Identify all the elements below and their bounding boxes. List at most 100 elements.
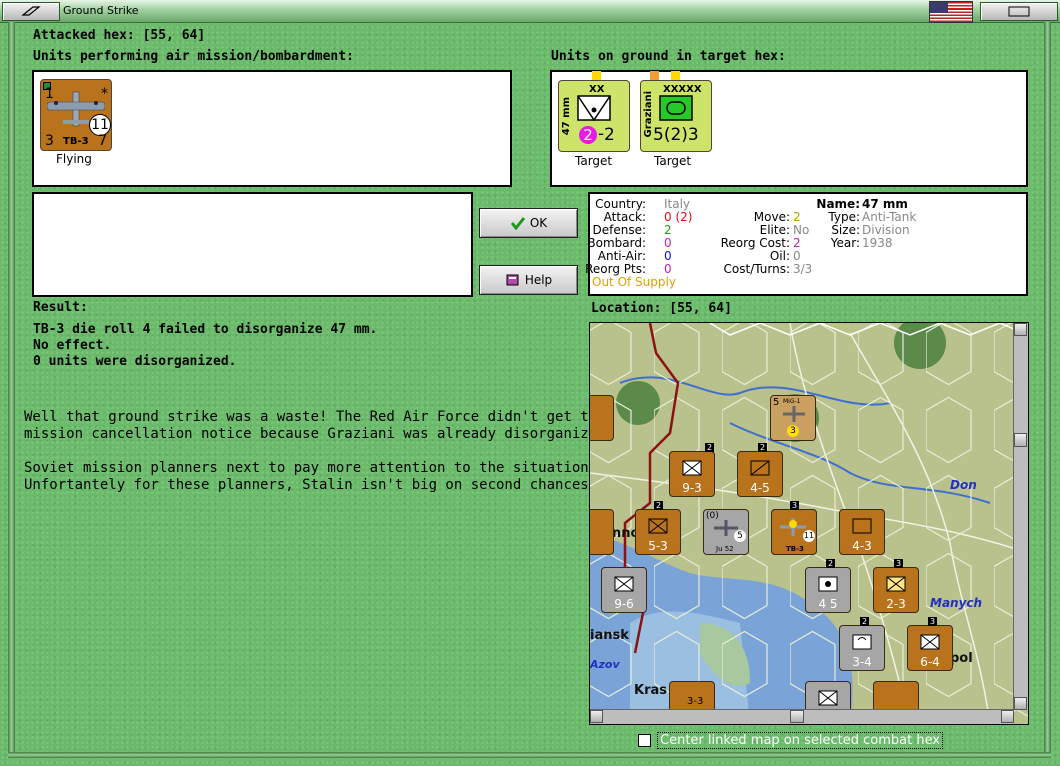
window-title: Ground Strike	[63, 4, 139, 17]
supply-status: Out Of Supply	[592, 275, 676, 289]
marker-left-icon	[650, 71, 659, 80]
result-line: TB-3 die roll 4 failed to disorganize 47…	[33, 322, 378, 337]
unit-name: TB-3	[63, 136, 89, 147]
title-bar[interactable]: Ground Strike	[0, 0, 1060, 23]
ground-units-list[interactable]: 47 mm XX 2 - 2 Target Graziani XXXXX 5(2…	[550, 70, 1028, 187]
map-counter-h[interactable]: 2 3-4	[839, 617, 885, 671]
result-line: 0 units were disorganized.	[33, 354, 237, 369]
narrative-line: mission cancellation notice because Graz…	[24, 426, 615, 442]
message-text-box[interactable]	[32, 192, 473, 297]
infantry-icon	[750, 460, 770, 476]
air-units-heading: Units performing air mission/bombardment…	[33, 49, 354, 64]
supply-marker-icon	[592, 71, 601, 80]
map-counter-c[interactable]: 2 5-3	[635, 501, 681, 555]
narrative-line: Unfortantely for these planners, Stalin …	[24, 477, 598, 493]
map-counter-e[interactable]: 9-6	[601, 567, 647, 613]
map-label-pol: pol	[950, 651, 973, 666]
unit-info-panel: Country: Attack: Defense: Bombard: Anti-Air…	[585, 192, 1028, 296]
map-horizontal-scrollbar[interactable]	[590, 709, 1014, 724]
unit-size: XXXXX	[663, 84, 702, 95]
center-linked-map-option[interactable]: Center linked map on selected combat hex	[638, 732, 944, 749]
unit-bottom-right-value: 7	[98, 133, 107, 149]
map-counter-left-top[interactable]	[590, 395, 614, 441]
ground-unit-status-2: Target	[654, 154, 692, 168]
target-unit-47mm[interactable]: 47 mm XX 2 - 2	[558, 80, 630, 152]
check-icon	[510, 217, 525, 230]
infantry-icon	[818, 690, 838, 706]
air-unit-status: Flying	[56, 152, 92, 166]
map-counter-a[interactable]: 2 9-3	[669, 443, 715, 497]
result-line: No effect.	[33, 338, 112, 353]
anti-tank-symbol-icon	[577, 95, 611, 121]
infantry-icon	[920, 634, 940, 650]
attacked-hex-heading: Attacked hex: [55, 64]	[33, 28, 206, 43]
result-heading: Result:	[33, 300, 88, 315]
narrative-line: Soviet mission planners next to pay more…	[24, 460, 598, 476]
fighter-icon	[783, 406, 805, 422]
unit-stats: 5(2)3	[653, 125, 699, 145]
system-menu-button[interactable]	[2, 2, 60, 21]
ok-button[interactable]: OK	[479, 208, 578, 238]
map-counter-left-edge[interactable]	[590, 509, 614, 555]
map-vertical-scrollbar[interactable]	[1013, 323, 1028, 710]
artillery-icon	[818, 576, 838, 592]
close-window-button[interactable]	[980, 2, 1058, 21]
map-label-azov: Azov	[590, 658, 620, 671]
bomber-icon	[780, 518, 806, 536]
marker-right-icon	[671, 71, 680, 80]
tb3-air-unit[interactable]: 1 * 11 3 TB-3 7	[40, 79, 112, 151]
center-map-checkbox-label[interactable]: Center linked map on selected combat hex	[657, 732, 944, 749]
window-menu-icon	[21, 6, 41, 16]
scroll-up-arrow-icon[interactable]	[1014, 323, 1027, 336]
unit-name-vertical: 47 mm	[561, 97, 572, 136]
ok-button-label: OK	[529, 216, 548, 230]
ground-strike-window: Ground Strike Attacked hex: [55, 64] Uni…	[0, 0, 1060, 766]
info-values-col3: 47 mm Anti-Tank Division 1938	[862, 197, 917, 250]
target-unit-graziani[interactable]: Graziani XXXXX 5(2)3	[640, 80, 712, 152]
infantry-icon	[648, 518, 668, 534]
info-labels-col3: Name: Type: Size: Year:	[816, 197, 860, 250]
info-labels-col2: Move: Elite: Reorg Cost: Oil: Cost/Turns:	[720, 210, 790, 276]
map-counter-d[interactable]: 4-3	[839, 509, 885, 555]
defense-value: 2	[604, 125, 615, 145]
map-counter-tb3[interactable]: 3 11 TB-3	[771, 501, 817, 555]
ground-units-heading: Units on ground in target hex:	[551, 49, 786, 64]
attack-circle-badge: 2	[579, 126, 597, 144]
help-button[interactable]: Help	[479, 265, 578, 295]
right-frame	[1044, 22, 1051, 758]
armor-symbol-icon	[659, 95, 693, 121]
help-button-label: Help	[524, 273, 553, 287]
paratroop-icon	[852, 634, 872, 650]
help-book-icon	[506, 274, 519, 286]
map-label-don: Don	[950, 478, 977, 492]
map-label-kras: Kras	[634, 683, 667, 698]
info-values-col1: Italy 0 (2) 2 0 0 0	[664, 197, 693, 276]
air-units-list[interactable]: 1 * 11 3 TB-3 7 Flying	[32, 70, 512, 187]
unit-bottom-left-value: 3	[45, 133, 54, 149]
scroll-left-arrow-icon[interactable]	[590, 710, 603, 723]
map-counter-i[interactable]: 3 6-4	[907, 617, 953, 671]
unit-size: XX	[589, 84, 605, 95]
horizontal-scroll-thumb[interactable]	[790, 710, 804, 723]
location-heading: Location: [55, 64]	[591, 301, 732, 316]
vertical-scroll-thumb[interactable]	[1014, 433, 1027, 447]
map-counter-g[interactable]: 3 2-3	[873, 559, 919, 613]
narrative-line: Well that ground strike was a waste! The…	[24, 409, 606, 425]
scroll-right-arrow-icon[interactable]	[1001, 710, 1014, 723]
info-labels-col1: Country: Attack: Defense: Bombard: Anti-Air…	[585, 197, 646, 276]
infantry-icon	[614, 576, 634, 592]
center-map-checkbox[interactable]	[638, 734, 651, 747]
map-counter-ju52[interactable]: (0) 5 Ju 52	[703, 509, 749, 555]
bottom-frame	[8, 752, 1051, 758]
mechanized-icon	[852, 518, 872, 534]
map-counter-mig1[interactable]: 5 MiG-1 3	[770, 395, 816, 441]
window-corner-icon	[1008, 6, 1030, 17]
ground-unit-status-1: Target	[575, 154, 613, 168]
map-counter-b[interactable]: 2 4-5	[737, 443, 783, 497]
scroll-down-arrow-icon[interactable]	[1014, 697, 1027, 710]
infantry-icon	[886, 576, 906, 592]
left-frame	[8, 22, 15, 758]
map-counter-f[interactable]: 2 4 5	[805, 559, 851, 613]
mini-map[interactable]: Don Manych iansk Azov Kras nno pol 5 MiG…	[589, 322, 1029, 725]
map-label-iansk: iansk	[590, 628, 629, 643]
